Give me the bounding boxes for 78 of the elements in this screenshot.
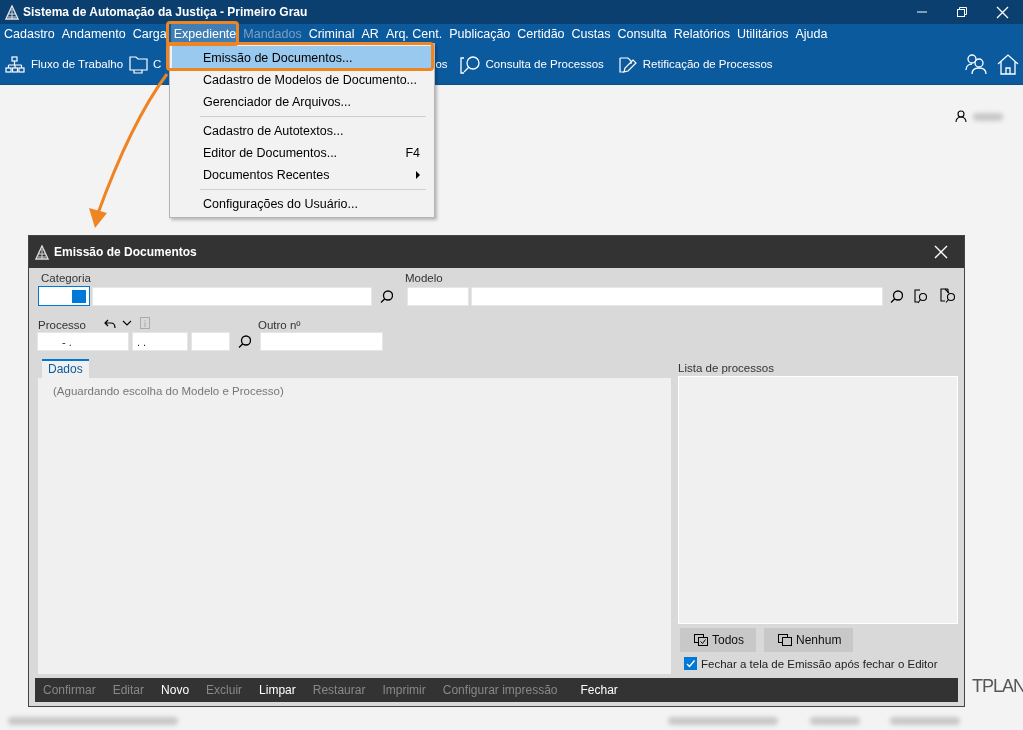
tab[interactable]: Dados [42,359,89,378]
users-icon[interactable] [965,53,987,75]
model-search-icon[interactable] [940,288,955,304]
menu-item[interactable]: Consulta [614,24,670,44]
menu-item[interactable]: Carga [129,24,170,44]
blurred-username [973,112,1003,121]
toolbar-label[interactable]: C [153,58,162,70]
input-mask: . . [137,335,147,348]
select-button[interactable]: Todos [680,628,757,652]
status-message: (Aguardando escolha do Modelo e Processo) [53,385,284,397]
menu-item[interactable]: Documentos Recentes [172,164,432,186]
action-button[interactable]: Fechar [580,683,618,697]
process-suffix-field[interactable] [191,332,230,351]
logo-text: TPLAN [972,676,1023,697]
process-number-field[interactable]: - . [37,332,129,351]
action-button[interactable]: Limpar [259,683,296,697]
restore-icon[interactable] [956,5,968,18]
checkbox[interactable] [684,657,697,670]
menu-item[interactable]: Cadastro de Modelos de Documento... [172,69,432,91]
dialog-title: Emissão de Documentos [54,245,198,259]
model-code-field[interactable] [407,286,469,306]
blurred-status-text [810,716,860,725]
toolbar-label[interactable]: Fluxo de Trabalho [31,58,124,70]
select-all-icon [694,634,708,646]
list-label: Lista de processos [678,362,775,374]
menu-item[interactable]: Cadastro [1,24,58,44]
menu-item[interactable]: Utilitários [734,24,792,44]
search-icon[interactable] [459,54,480,74]
action-button[interactable]: Novo [161,683,190,697]
window-title: Sistema de Automação da Justiça - Primeiro Grau [23,5,309,19]
submenu-arrow-icon [416,171,420,179]
select-none-icon [778,634,793,646]
field-label: Modelo [405,272,443,284]
close-icon[interactable] [934,245,948,259]
field-label: Categoria [41,272,92,284]
category-name-field[interactable] [92,286,372,306]
category-code-field[interactable] [38,286,90,306]
document-search-icon[interactable] [913,288,928,304]
menu-item[interactable]: Publicação [446,24,514,44]
info-icon [140,317,150,329]
field-label: Outro nº [258,319,301,331]
close-icon[interactable] [996,5,1009,19]
logo-icon [35,244,49,260]
toolbar-label[interactable]: os [435,58,448,70]
menu-item[interactable]: Custas [568,24,614,44]
toolbar-label[interactable]: Consulta de Processos [485,58,604,70]
menu-item[interactable]: AR [358,24,382,44]
menu-item[interactable]: Relatórios [670,24,734,44]
chevron-down-icon[interactable] [122,319,132,327]
menu-item[interactable]: Editor de Documentos... F4 [172,142,432,164]
process-year-field[interactable]: . . [132,332,188,351]
folder-icon[interactable] [129,54,150,74]
search-icon[interactable] [890,289,903,303]
menu-item[interactable]: Certidão [514,24,568,44]
select-button[interactable]: Nenhum [764,628,854,652]
model-name-field[interactable] [471,286,883,306]
flowchart-icon[interactable] [5,55,25,73]
search-icon[interactable] [380,289,393,303]
shortcut-label: F4 [405,146,420,160]
field-label: Processo [38,319,87,331]
menu-item[interactable]: Configurações do Usuário... [172,193,432,215]
menu-item[interactable]: Arq. Cent. [382,24,446,44]
menu-item[interactable]: Andamento [58,24,129,44]
user-icon [955,110,967,123]
menu-item[interactable]: Cadastro de Autotextos... [172,120,432,142]
blurred-status-text [890,716,960,725]
logo-icon [5,4,19,20]
undo-icon[interactable] [104,317,116,329]
input-mask: - . [62,335,72,348]
checkbox-label: Fechar a tela de Emissão após fechar o Editor [701,657,938,670]
search-icon[interactable] [238,335,251,348]
home-icon[interactable] [997,53,1019,75]
menu-item[interactable]: Gerenciador de Arquivos... [172,91,432,113]
other-number-field[interactable] [260,332,383,351]
menu-item[interactable]: Criminal [305,24,358,44]
toolbar-label[interactable]: Retificação de Processos [642,58,773,70]
menu-item[interactable]: Emissão de Documentos... [172,46,432,69]
menu-item[interactable]: Ajuda [792,24,831,44]
